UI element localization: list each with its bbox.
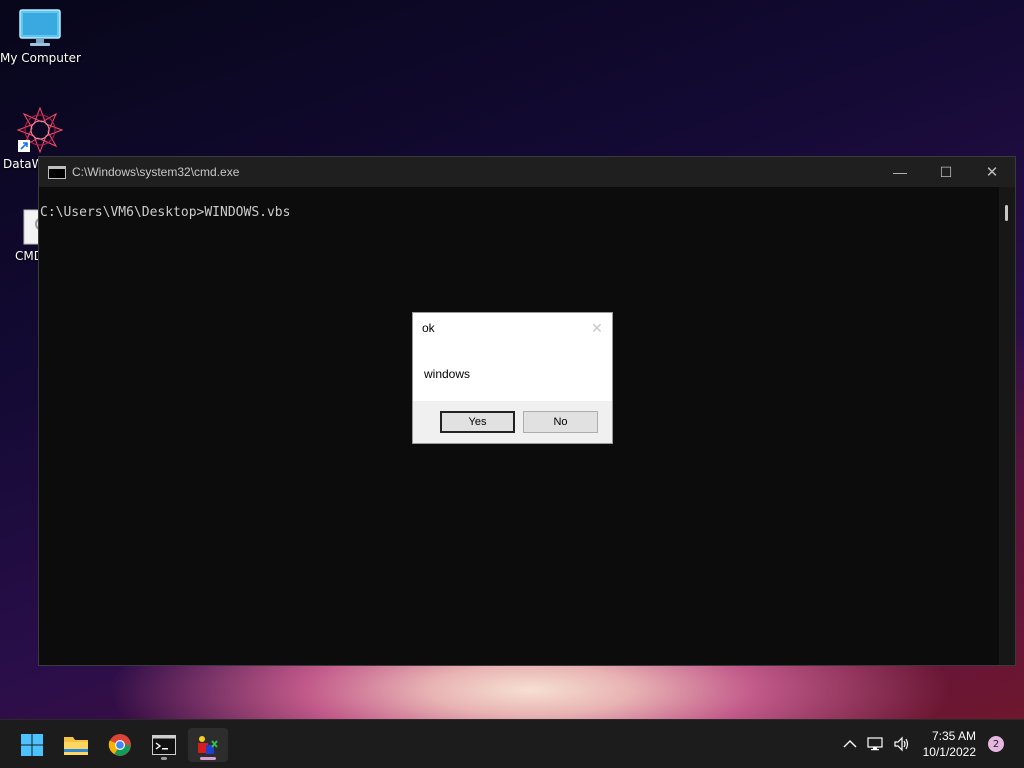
start-button[interactable]	[12, 728, 52, 762]
desktop-icon-my-computer[interactable]: My Computer	[0, 8, 81, 65]
windows-start-icon	[21, 734, 43, 756]
cmd-titlebar[interactable]: C:\Windows\system32\cmd.exe — ☐ ✕	[39, 157, 1015, 187]
dialog-title: ok	[422, 321, 435, 335]
file-explorer-icon	[64, 737, 88, 755]
clock-time: 7:35 AM	[931, 729, 976, 743]
scrollbar-thumb[interactable]	[1005, 205, 1008, 221]
notification-badge[interactable]: 2	[988, 736, 1004, 752]
vbs-script-app-icon	[198, 736, 218, 754]
taskbar: 7:35 AM 10/1/2022 2	[0, 719, 1024, 768]
no-button[interactable]: No	[523, 411, 598, 433]
clock-date: 10/1/2022	[922, 745, 976, 759]
system-tray: 7:35 AM 10/1/2022 2	[837, 720, 1024, 768]
maximize-button[interactable]: ☐	[923, 157, 969, 187]
dialog-button-bar: Yes No	[413, 401, 612, 443]
taskbar-terminal[interactable]	[144, 728, 184, 762]
console-line: C:\Users\VM6\Desktop>WINDOWS.vbs	[40, 205, 291, 220]
network-icon[interactable]	[863, 736, 889, 752]
monitor-icon	[19, 9, 61, 46]
chrome-icon	[108, 734, 131, 756]
dialog-message: windows	[424, 367, 471, 381]
clock[interactable]: 7:35 AM 10/1/2022	[923, 728, 976, 760]
datawave-icon	[16, 106, 64, 154]
cmd-scrollbar[interactable]	[999, 187, 1015, 665]
chevron-up-icon[interactable]	[837, 739, 863, 749]
desktop-icon-label: My Computer	[0, 51, 81, 65]
running-indicator	[161, 757, 167, 760]
message-box-dialog[interactable]: ok ✕ windows Yes No	[412, 312, 613, 444]
active-indicator	[200, 757, 216, 760]
cmd-app-icon	[48, 165, 66, 179]
taskbar-file-explorer[interactable]	[56, 728, 96, 762]
yes-button[interactable]: Yes	[440, 411, 515, 433]
taskbar-vbs-app[interactable]	[188, 728, 228, 762]
terminal-icon	[152, 735, 176, 755]
volume-icon[interactable]	[889, 736, 915, 752]
cmd-window-title: C:\Windows\system32\cmd.exe	[72, 165, 240, 179]
close-button[interactable]: ✕	[969, 157, 1015, 187]
dialog-close-icon[interactable]: ✕	[588, 319, 606, 337]
minimize-button[interactable]: —	[877, 157, 923, 187]
taskbar-chrome[interactable]	[100, 728, 140, 762]
